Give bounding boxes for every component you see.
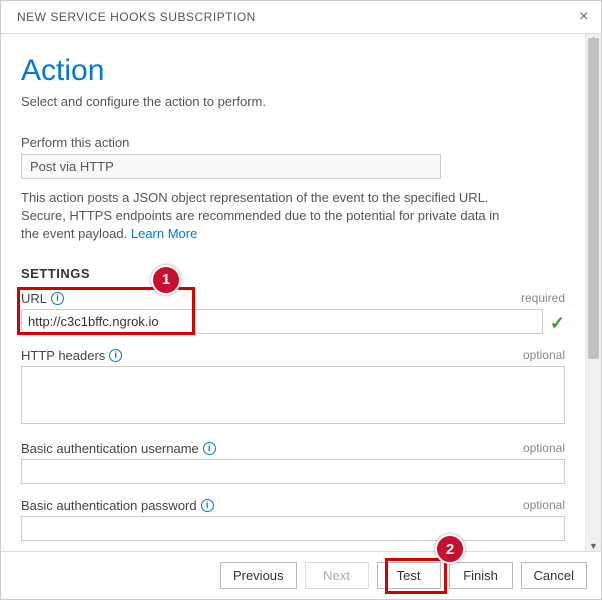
- close-icon[interactable]: ×: [579, 9, 589, 25]
- optional-tag: optional: [523, 348, 565, 362]
- info-icon[interactable]: i: [51, 292, 64, 305]
- headers-label: HTTP headers: [21, 348, 105, 363]
- required-tag: required: [521, 291, 565, 305]
- url-row: URL i required ✓ 1: [21, 291, 565, 334]
- cancel-button[interactable]: Cancel: [521, 562, 587, 589]
- perform-action-label: Perform this action: [21, 135, 565, 150]
- dialog-footer: Previous Next Test Finish Cancel 2: [1, 551, 601, 599]
- dialog-title: NEW SERVICE HOOKS SUBSCRIPTION: [17, 10, 256, 24]
- action-description: This action posts a JSON object represen…: [21, 189, 501, 244]
- auth-pass-row: Basic authentication password i optional: [21, 498, 565, 541]
- headers-row: HTTP headers i optional: [21, 348, 565, 427]
- previous-button[interactable]: Previous: [220, 562, 297, 589]
- next-button: Next: [305, 562, 369, 589]
- url-input[interactable]: [21, 309, 543, 334]
- info-icon[interactable]: i: [201, 499, 214, 512]
- auth-pass-input[interactable]: [21, 516, 565, 541]
- auth-pass-label: Basic authentication password: [21, 498, 197, 513]
- info-icon[interactable]: i: [203, 442, 216, 455]
- dialog-content: Action Select and configure the action t…: [1, 34, 585, 551]
- finish-button[interactable]: Finish: [449, 562, 513, 589]
- page-title: Action: [21, 54, 565, 88]
- auth-user-label: Basic authentication username: [21, 441, 199, 456]
- test-button[interactable]: Test: [377, 562, 441, 589]
- url-label: URL: [21, 291, 47, 306]
- settings-heading: SETTINGS: [21, 266, 565, 281]
- learn-more-link[interactable]: Learn More: [131, 226, 197, 241]
- action-description-text: This action posts a JSON object represen…: [21, 190, 499, 241]
- optional-tag: optional: [523, 441, 565, 455]
- auth-user-row: Basic authentication username i optional: [21, 441, 565, 484]
- info-icon[interactable]: i: [109, 349, 122, 362]
- scrollbar[interactable]: ▲ ▼: [585, 34, 601, 551]
- checkmark-icon: ✓: [550, 313, 565, 334]
- perform-action-value[interactable]: Post via HTTP: [21, 154, 441, 179]
- scrollbar-thumb[interactable]: [588, 38, 599, 359]
- scroll-down-icon[interactable]: ▼: [586, 541, 601, 551]
- optional-tag: optional: [523, 498, 565, 512]
- page-subtitle: Select and configure the action to perfo…: [21, 94, 565, 109]
- headers-input[interactable]: [21, 366, 565, 424]
- dialog-titlebar: NEW SERVICE HOOKS SUBSCRIPTION ×: [1, 1, 601, 34]
- auth-user-input[interactable]: [21, 459, 565, 484]
